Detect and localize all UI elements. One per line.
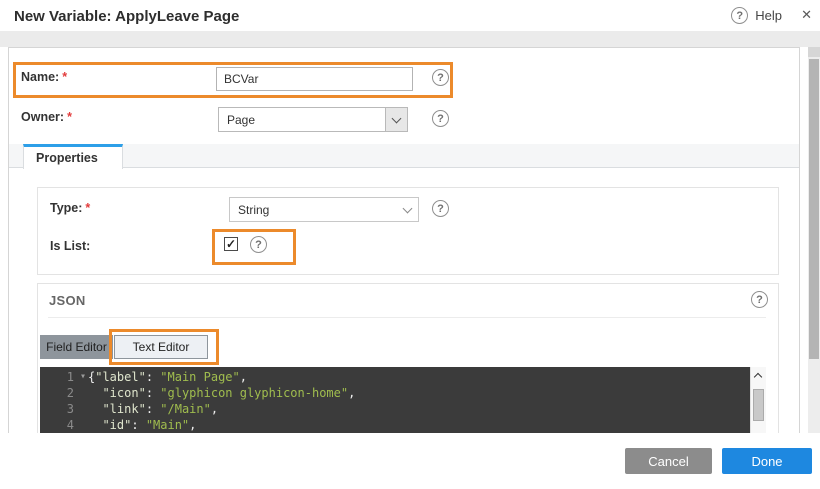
name-help-icon[interactable]: ? xyxy=(432,69,449,86)
required-asterisk: * xyxy=(67,110,72,124)
help-link[interactable]: Help xyxy=(755,8,782,23)
json-group-box: JSON ? Field Editor Text Editor 1▾{"labe… xyxy=(37,283,779,433)
editor-scrollbar[interactable] xyxy=(750,367,766,433)
form-panel: Name:* ? Owner:* Page ? Properties Type:… xyxy=(8,47,800,433)
required-asterisk: * xyxy=(85,201,90,215)
dialog-header: New Variable: ApplyLeave Page ? Help ✕ xyxy=(0,0,820,31)
type-group-box: Type:* String ? Is List: ✓ ? xyxy=(37,187,779,275)
owner-dropdown-button[interactable] xyxy=(385,108,407,131)
scroll-up-icon[interactable] xyxy=(754,373,762,381)
json-section-title: JSON xyxy=(49,293,86,308)
json-code-editor[interactable]: 1▾{"label": "Main Page",2 "icon": "glyph… xyxy=(40,367,766,433)
required-asterisk: * xyxy=(62,70,67,84)
cancel-button[interactable]: Cancel xyxy=(625,448,712,474)
dialog-body: Name:* ? Owner:* Page ? Properties Type:… xyxy=(0,47,820,433)
checkmark-icon: ✓ xyxy=(226,238,236,250)
header-divider-band xyxy=(0,31,820,47)
type-selected-value: String xyxy=(230,203,396,217)
editor-line: 3 "link": "/Main", xyxy=(40,401,750,417)
chevron-down-icon xyxy=(402,203,412,213)
dialog-scrollbar-thumb[interactable] xyxy=(809,59,819,359)
fold-arrow-icon[interactable]: ▾ xyxy=(80,369,86,385)
json-divider xyxy=(48,317,766,318)
text-editor-button[interactable]: Text Editor xyxy=(114,335,208,359)
close-icon[interactable]: ✕ xyxy=(801,7,812,23)
type-select[interactable]: String xyxy=(229,197,419,222)
editor-lines: 1▾{"label": "Main Page",2 "icon": "glyph… xyxy=(40,369,750,433)
editor-line: 2 "icon": "glyphicon glyphicon-home", xyxy=(40,385,750,401)
field-editor-button[interactable]: Field Editor xyxy=(40,335,113,359)
owner-selected-value: Page xyxy=(219,113,385,127)
owner-select[interactable]: Page xyxy=(218,107,408,132)
new-variable-dialog: New Variable: ApplyLeave Page ? Help ✕ N… xyxy=(0,0,820,489)
help-icon[interactable]: ? xyxy=(731,7,748,24)
is-list-label: Is List: xyxy=(50,239,90,253)
owner-help-icon[interactable]: ? xyxy=(432,110,449,127)
is-list-checkbox[interactable]: ✓ xyxy=(224,237,238,251)
chevron-down-icon xyxy=(392,113,402,123)
editor-scrollbar-thumb[interactable] xyxy=(753,389,764,421)
editor-line: 1▾{"label": "Main Page", xyxy=(40,369,750,385)
tab-strip xyxy=(9,144,799,168)
name-label: Name:* xyxy=(21,70,67,84)
editor-line: 4 "id": "Main", xyxy=(40,417,750,433)
page-title: New Variable: ApplyLeave Page xyxy=(14,8,239,25)
owner-label: Owner:* xyxy=(21,110,72,124)
is-list-help-icon[interactable]: ? xyxy=(250,236,267,253)
dialog-scrollbar[interactable] xyxy=(808,47,820,433)
type-label: Type:* xyxy=(50,201,90,215)
json-help-icon[interactable]: ? xyxy=(751,291,768,308)
tab-properties[interactable]: Properties xyxy=(23,144,123,169)
scrollbar-top-cap[interactable] xyxy=(808,47,820,57)
done-button[interactable]: Done xyxy=(722,448,812,474)
name-input[interactable] xyxy=(216,67,413,91)
type-help-icon[interactable]: ? xyxy=(432,200,449,217)
